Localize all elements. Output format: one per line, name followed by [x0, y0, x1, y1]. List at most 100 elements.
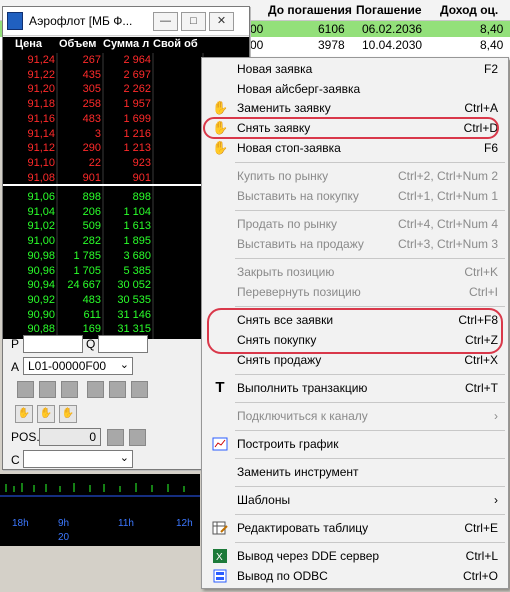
menu-item-reverse-position[interactable]: Перевернуть позицию Ctrl+I	[202, 282, 508, 302]
maximize-button[interactable]: □	[181, 12, 206, 31]
menu-item-shortcut: F6	[483, 141, 498, 155]
volume-cell: 24 667	[67, 279, 101, 292]
account-select[interactable]: L01-00000F00 ⌄	[23, 357, 133, 375]
cancel-sell-icon[interactable]: ✋	[59, 405, 77, 423]
p-label: P	[11, 337, 20, 351]
menu-item-execute-transaction[interactable]: T Выполнить транзакцию Ctrl+T	[202, 378, 508, 398]
menu-item-edit-table[interactable]: Редактировать таблицу Ctrl+E	[202, 518, 508, 538]
time-tick: 12h	[176, 518, 193, 529]
header-days-to-maturity[interactable]: До погашения	[268, 3, 352, 17]
column-own[interactable]: Свой об	[153, 38, 198, 50]
sum-cell: 31 315	[117, 323, 151, 336]
menu-item-dde-export[interactable]: X Вывод через DDE сервер Ctrl+L	[202, 546, 508, 566]
close-button[interactable]: ✕	[209, 12, 234, 31]
action-button[interactable]	[109, 381, 126, 398]
volume-cell: 282	[82, 235, 101, 248]
cancel-order-icon[interactable]: ✋	[15, 405, 33, 423]
menu-item-sell-market[interactable]: Продать по рынку Ctrl+4, Ctrl+Num 4	[202, 214, 508, 234]
chart-ticks-graphic	[0, 483, 200, 497]
client-select[interactable]: ⌄	[23, 450, 133, 468]
menu-item-label: Продать по рынку	[237, 217, 338, 231]
menu-item-place-buy[interactable]: Выставить на покупку Ctrl+1, Ctrl+Num 1	[202, 186, 508, 206]
menu-item-buy-market[interactable]: Купить по рынку Ctrl+2, Ctrl+Num 2	[202, 166, 508, 186]
menu-item-templates[interactable]: Шаблоны ›	[202, 490, 508, 510]
volume-cell: 611	[83, 308, 101, 321]
column-price[interactable]: Цена	[15, 38, 42, 50]
quantity-input[interactable]	[98, 335, 148, 353]
sum-cell: 1 895	[123, 235, 151, 248]
menu-item-shortcut: Ctrl+T	[465, 381, 498, 395]
price-input[interactable]	[23, 335, 83, 353]
menu-item-replace-order[interactable]: ✋ Заменить заявку Ctrl+A	[202, 98, 508, 118]
submenu-arrow-icon: ›	[494, 409, 498, 423]
window-title-bar[interactable]: Аэрофлот [МБ Ф... — □ ✕	[3, 7, 249, 36]
volume-cell: 1 785	[73, 249, 101, 262]
hand-replace-icon: ✋	[212, 100, 229, 115]
menu-item-label: Выставить на продажу	[237, 237, 364, 251]
transaction-icon: T	[215, 379, 225, 396]
reverse-position-button[interactable]	[129, 429, 146, 446]
volume-cell: 901	[82, 171, 101, 184]
chevron-down-icon: ⌄	[119, 452, 129, 464]
price-cell: 91,18	[27, 98, 55, 111]
action-button[interactable]	[131, 381, 148, 398]
a-label: A	[11, 360, 20, 374]
time-tick: 9h	[58, 518, 70, 529]
header-yield[interactable]: Доход оц.	[440, 3, 498, 17]
edit-table-icon	[212, 520, 228, 536]
price-cell: 90,92	[27, 293, 55, 306]
q-label: Q	[86, 337, 96, 351]
hand-stop-icon: ✋	[212, 140, 229, 155]
column-volume[interactable]: Объем	[59, 38, 96, 50]
minimize-button[interactable]: —	[153, 12, 178, 31]
menu-separator	[235, 430, 505, 431]
close-position-button[interactable]	[107, 429, 124, 446]
price-cell: 91,04	[27, 205, 55, 218]
edit-table-icon-graphic	[212, 521, 228, 535]
menu-item-place-sell[interactable]: Выставить на продажу Ctrl+3, Ctrl+Num 3	[202, 234, 508, 254]
odbc-icon	[212, 568, 228, 584]
menu-item-label: Снять продажу	[237, 353, 322, 367]
price-cell: 91,02	[27, 220, 55, 233]
menu-item-label: Выполнить транзакцию	[237, 381, 368, 395]
menu-separator	[235, 258, 505, 259]
window-app-icon	[7, 12, 23, 30]
action-button[interactable]	[87, 381, 104, 398]
sum-cell: 1 104	[123, 205, 151, 218]
menu-item-odbc-export[interactable]: Вывод по ODBC Ctrl+O	[202, 566, 508, 586]
cancel-buy-icon[interactable]: ✋	[37, 405, 55, 423]
sum-cell: 2 262	[123, 83, 151, 96]
context-menu[interactable]: Новая заявка F2 Новая айсберг-заявка ✋ З…	[201, 57, 509, 589]
price-cell: 91,00	[27, 235, 55, 248]
column-sum[interactable]: Сумма л	[103, 38, 149, 50]
action-button[interactable]	[17, 381, 34, 398]
menu-item-new-stop-order[interactable]: ✋ Новая стоп-заявка F6	[202, 138, 508, 158]
menu-item-shortcut: Ctrl+L	[465, 549, 498, 563]
sum-cell: 2 697	[123, 68, 151, 81]
menu-item-replace-instrument[interactable]: Заменить инструмент	[202, 462, 508, 482]
action-button[interactable]	[39, 381, 56, 398]
volume-cell: 290	[82, 142, 101, 155]
sum-cell: 2 964	[123, 54, 151, 66]
header-maturity[interactable]: Погашение	[356, 3, 422, 17]
menu-item-label: Подключиться к каналу	[237, 409, 368, 423]
menu-item-close-position[interactable]: Закрыть позицию Ctrl+K	[202, 262, 508, 282]
menu-item-build-chart[interactable]: Построить график	[202, 434, 508, 454]
odbc-icon-graphic	[213, 569, 227, 583]
menu-item-connect-channel[interactable]: Подключиться к каналу ›	[202, 406, 508, 426]
menu-item-label: Построить график	[237, 437, 339, 451]
price-cell: 91,20	[27, 83, 55, 96]
menu-separator	[235, 210, 505, 211]
menu-item-label: Шаблоны	[237, 493, 291, 507]
menu-separator	[235, 402, 505, 403]
menu-item-shortcut: Ctrl+A	[464, 101, 498, 115]
menu-separator	[235, 458, 505, 459]
window-title: Аэрофлот [МБ Ф...	[29, 14, 133, 28]
sum-cell: 5 385	[123, 264, 151, 277]
action-button[interactable]	[61, 381, 78, 398]
menu-item-label: Перевернуть позицию	[237, 285, 361, 299]
menu-item-new-iceberg-order[interactable]: Новая айсберг-заявка	[202, 79, 508, 99]
highlight-ring-cancel-order	[203, 117, 499, 139]
menu-item-new-order[interactable]: Новая заявка F2	[202, 59, 508, 79]
volume-cell: 483	[82, 293, 101, 306]
